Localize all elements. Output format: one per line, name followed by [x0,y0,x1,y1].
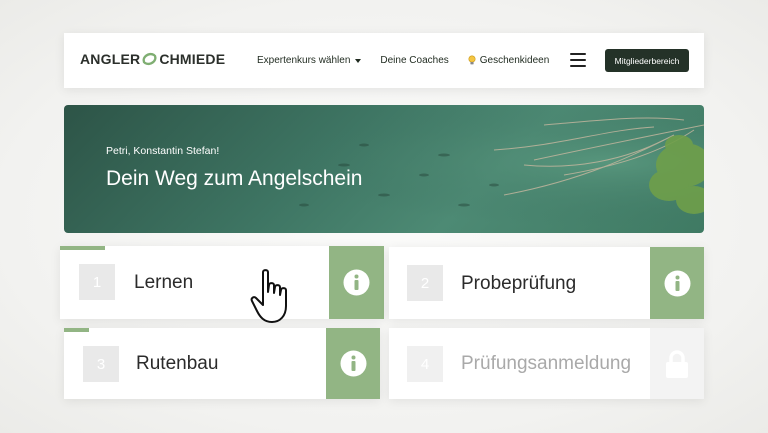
logo-text-left: ANGLER [80,51,141,67]
info-icon [343,269,370,296]
step-progress-bar [60,246,106,250]
logo[interactable]: ANGLER CHMIEDE [80,51,225,67]
info-button[interactable] [329,246,384,319]
lightbulb-icon [468,55,476,65]
step-number: 3 [83,346,119,382]
info-button[interactable] [326,328,380,399]
main-menu: Expertenkurs wählen Deine Coaches Gesche… [257,55,568,66]
menu-item-geschenkideen[interactable]: Geschenkideen [468,55,550,66]
menu-item-label: Expertenkurs wählen [257,55,351,66]
lock-area [650,328,704,399]
member-area-button[interactable]: Mitgliederbereich [605,49,689,72]
hamburger-menu-icon[interactable] [570,53,586,67]
step-card-rutenbau[interactable]: 3 Rutenbau [64,328,380,399]
logo-hook-icon [142,52,157,66]
step-label: Probeprüfung [461,273,577,294]
step-label: Prüfungsanmeldung [461,353,632,374]
step-label: Rutenbau [136,353,219,374]
lock-icon [666,349,688,378]
menu-item-label: Deine Coaches [380,55,449,66]
step-number: 1 [79,264,115,300]
menu-item-coaches[interactable]: Deine Coaches [380,55,448,66]
step-label: Lernen [134,272,194,293]
chevron-down-icon [355,58,362,63]
menu-item-label: Geschenkideen [479,55,550,66]
step-card-pruefungsanmeldung: 4 Prüfungsanmeldung [389,328,704,399]
logo-text-right: CHMIEDE [159,51,226,67]
info-button[interactable] [650,247,704,319]
step-card-lernen[interactable]: 1 Lernen [60,246,384,319]
hero-greeting: Petri, Konstantin Stefan! [106,145,220,157]
info-icon [340,350,366,377]
step-number: 4 [407,346,443,382]
step-progress-bar [64,328,90,332]
hand-pointer-icon [250,269,287,323]
top-navigation-bar: ANGLER CHMIEDE Expertenkurs wählen Deine… [64,33,704,88]
step-number: 2 [407,265,443,301]
menu-item-expertenkurs[interactable]: Expertenkurs wählen [257,55,362,66]
step-card-probepruefung[interactable]: 2 Probeprüfung [389,247,704,319]
info-icon [664,270,690,296]
hero-title: Dein Weg zum Angelschein [106,167,363,190]
hero-banner: Petri, Konstantin Stefan! Dein Weg zum A… [64,105,704,233]
